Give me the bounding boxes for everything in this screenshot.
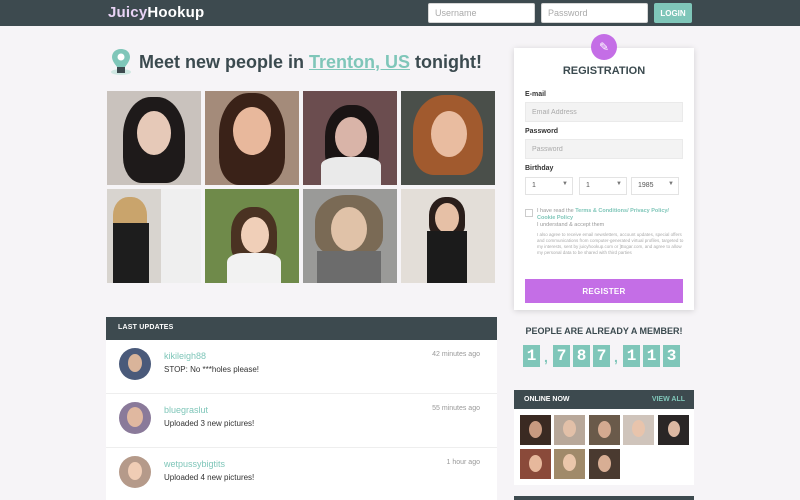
terms-consent-text: I also agree to receive email newsletter… [537, 232, 684, 255]
terms-text: I have read the Terms & Conditions/ Priv… [537, 208, 687, 229]
chevron-down-icon: ▼ [616, 181, 622, 187]
online-user-thumb[interactable] [589, 415, 620, 445]
password-label: Password [525, 128, 559, 135]
birthday-month-value: 1 [586, 182, 590, 189]
registration-form: REGISTRATION E-mail Password Birthday 1 … [514, 48, 694, 310]
terms-checkbox[interactable] [525, 209, 533, 217]
profile-photo[interactable] [107, 189, 201, 283]
update-row[interactable]: wetpussybigtits Uploaded 4 new pictures!… [106, 448, 497, 500]
terms-suffix: I understand & accept them [537, 222, 605, 229]
update-username[interactable]: kikileigh88 [164, 351, 206, 361]
last-updates-panel: LAST UPDATES kikileigh88 STOP: No ***hol… [106, 317, 497, 500]
update-text: Uploaded 4 new pictures! [164, 473, 255, 482]
online-now-title: ONLINE NOW [524, 396, 570, 403]
chevron-down-icon: ▼ [668, 181, 674, 187]
update-username[interactable]: bluegraslut [164, 405, 208, 415]
birthday-year-select[interactable]: 1985 ▼ [631, 177, 679, 195]
section-header-bar [514, 496, 694, 500]
profile-photo[interactable] [205, 91, 299, 185]
members-title: PEOPLE ARE ALREADY A MEMBER! [525, 326, 683, 336]
birthday-day-select[interactable]: 1 ▼ [525, 177, 573, 195]
update-username[interactable]: wetpussybigtits [164, 459, 225, 469]
birthday-year-value: 1985 [638, 182, 654, 189]
chevron-down-icon: ▼ [562, 181, 568, 187]
update-time: 55 minutes ago [432, 405, 480, 412]
online-user-thumb[interactable] [658, 415, 689, 445]
counter-digit: 1 [623, 345, 640, 367]
profile-photo[interactable] [107, 91, 201, 185]
counter-digit: 8 [573, 345, 590, 367]
online-user-thumb[interactable] [623, 415, 654, 445]
update-time: 1 hour ago [446, 459, 480, 466]
update-time: 42 minutes ago [432, 351, 480, 358]
online-user-thumb[interactable] [589, 449, 620, 479]
profile-photo[interactable] [401, 91, 495, 185]
counter-digit: 1 [643, 345, 660, 367]
email-label: E-mail [525, 91, 547, 98]
profile-photo-grid [107, 91, 497, 284]
hero-headline: Meet new people in Trenton, US tonight! [139, 52, 482, 73]
birthday-label: Birthday [525, 165, 554, 172]
update-text: Uploaded 3 new pictures! [164, 419, 255, 428]
counter-digit: 7 [553, 345, 570, 367]
avatar[interactable] [119, 348, 151, 380]
online-now-panel: ONLINE NOW VIEW ALL [514, 390, 694, 485]
counter-digit: 3 [663, 345, 680, 367]
register-button[interactable]: REGISTER [525, 279, 683, 303]
online-now-header: ONLINE NOW VIEW ALL [514, 390, 694, 409]
profile-photo[interactable] [401, 189, 495, 283]
avatar[interactable] [119, 402, 151, 434]
update-text: STOP: No ***holes please! [164, 365, 260, 374]
top-bar: JuicyHookup LOGIN [0, 0, 800, 26]
profile-photo[interactable] [205, 189, 299, 283]
pencil-icon: ✎ [591, 34, 617, 60]
location-pin-icon [111, 49, 131, 75]
hero-prefix: Meet new people in [139, 52, 310, 72]
username-input[interactable] [428, 3, 535, 23]
counter-digit: 7 [593, 345, 610, 367]
update-row[interactable]: bluegraslut Uploaded 3 new pictures! 55 … [106, 394, 497, 448]
site-logo[interactable]: JuicyHookup [108, 4, 204, 21]
terms-prefix: I have read the [537, 208, 576, 214]
counter-separator: , [614, 349, 618, 365]
logo-text-main: Juicy [108, 4, 148, 21]
counter-separator: , [544, 349, 548, 365]
hero-city-link[interactable]: Trenton, US [309, 52, 410, 72]
hero-suffix: tonight! [410, 52, 483, 72]
online-user-thumb[interactable] [554, 415, 585, 445]
registration-password-field[interactable] [525, 139, 683, 159]
online-user-thumb[interactable] [520, 449, 551, 479]
registration-title: REGISTRATION [562, 65, 646, 77]
password-input[interactable] [541, 3, 648, 23]
profile-photo[interactable] [303, 91, 397, 185]
birthday-month-select[interactable]: 1 ▼ [579, 177, 627, 195]
counter-digit: 1 [523, 345, 540, 367]
update-row[interactable]: kikileigh88 STOP: No ***holes please! 42… [106, 340, 497, 394]
birthday-day-value: 1 [532, 182, 536, 189]
online-user-thumb[interactable] [554, 449, 585, 479]
view-all-link[interactable]: VIEW ALL [652, 396, 685, 403]
email-field[interactable] [525, 102, 683, 122]
login-button[interactable]: LOGIN [654, 3, 692, 23]
logo-text-accent: Hookup [147, 4, 205, 21]
profile-photo[interactable] [303, 189, 397, 283]
avatar[interactable] [119, 456, 151, 488]
online-user-thumb[interactable] [520, 415, 551, 445]
last-updates-title: LAST UPDATES [106, 317, 497, 340]
